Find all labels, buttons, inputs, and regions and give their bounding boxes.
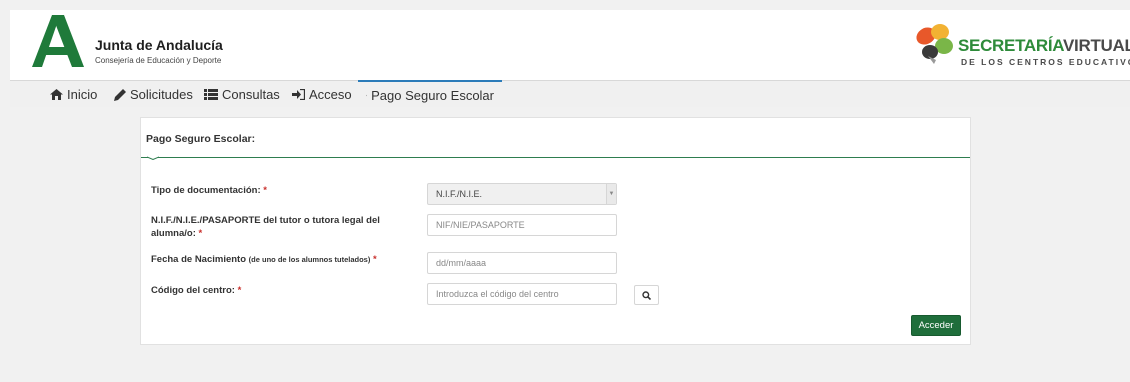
birth-date-note: (de uno de los alumnos tutelados) [248, 255, 371, 264]
centre-code-label-text: Código del centro: [151, 285, 235, 296]
doc-type-label-text: Tipo de documentación: [151, 185, 261, 196]
nav-item-inicio[interactable]: Inicio [50, 81, 97, 108]
required-mark: * [263, 185, 267, 196]
birth-date-label-text: Fecha de Nacimiento [151, 254, 247, 265]
doc-type-value: N.I.F./N.I.E. [436, 189, 483, 199]
birth-date-input[interactable]: dd/mm/aaaa [427, 252, 617, 274]
nav-item-label: Pago Seguro Escolar [371, 87, 494, 103]
sv-title-part1: SECRETARÍA [958, 36, 1063, 55]
nif-input[interactable]: NIF/NIE/PASAPORTE [427, 214, 617, 236]
centre-code-input[interactable]: Introduzca el código del centro [427, 283, 617, 305]
junta-andalucia-logo[interactable] [32, 13, 84, 67]
list-icon [204, 89, 218, 100]
nif-placeholder: NIF/NIE/PASAPORTE [436, 220, 525, 230]
site-header: Junta de Andalucía Consejería de Educaci… [10, 10, 1130, 80]
centre-code-label: Código del centro: * [151, 284, 241, 297]
nav-item-acceso[interactable]: Acceso [292, 81, 352, 108]
pago-seguro-panel: Pago Seguro Escolar: Tipo de documentaci… [140, 117, 971, 345]
required-mark: * [237, 285, 242, 296]
birth-date-placeholder: dd/mm/aaaa [436, 258, 487, 268]
nav-item-label: Consultas [222, 87, 280, 102]
divider-notch [147, 156, 159, 160]
credit-card-icon [366, 94, 368, 96]
pencil-icon [114, 88, 126, 101]
doc-type-label: Tipo de documentación: * [151, 184, 267, 197]
nif-label-text: N.I.F./N.I.E./PASAPORTE del tutor o tuto… [151, 215, 380, 239]
nav-item-label: Solicitudes [130, 87, 193, 102]
main-nav: Inicio Solicitudes Consultas Acceso Pago… [10, 80, 1130, 107]
home-icon [50, 89, 63, 100]
nav-item-label: Inicio [67, 87, 98, 102]
secretaria-virtual-title: SECRETARÍAVIRTUAL [958, 36, 1130, 56]
sign-in-icon [292, 89, 305, 100]
acceder-button[interactable]: Acceder [911, 315, 961, 336]
sv-title-part2: VIRTUAL [1063, 36, 1130, 55]
centre-code-placeholder: Introduzca el código del centro [436, 289, 559, 299]
search-icon [642, 290, 651, 300]
brand-title: Junta de Andalucía [95, 37, 223, 53]
nav-item-consultas[interactable]: Consultas [204, 81, 280, 108]
brand-subtitle: Consejería de Educación y Deporte [95, 56, 222, 65]
birth-date-label: Fecha de Nacimiento (de uno de los alumn… [151, 253, 377, 266]
panel-title: Pago Seguro Escolar: [146, 133, 256, 145]
nav-item-solicitudes[interactable]: Solicitudes [114, 81, 193, 108]
secretaria-virtual-logo-icon[interactable] [910, 20, 956, 70]
centre-search-button[interactable] [634, 285, 659, 305]
required-mark: * [198, 228, 203, 239]
nav-item-label: Acceso [309, 87, 352, 102]
nif-label: N.I.F./N.I.E./PASAPORTE del tutor o tuto… [151, 214, 401, 240]
secretaria-virtual-subtitle: DE LOS CENTROS EDUCATIVOS [961, 57, 1130, 67]
panel-divider [141, 157, 970, 158]
required-mark: * [373, 254, 377, 265]
doc-type-select[interactable]: N.I.F./N.I.E. ▼ [427, 183, 617, 205]
chevron-down-icon: ▼ [606, 184, 616, 204]
nav-item-pago-seguro-escolar[interactable]: Pago Seguro Escolar [358, 80, 502, 108]
